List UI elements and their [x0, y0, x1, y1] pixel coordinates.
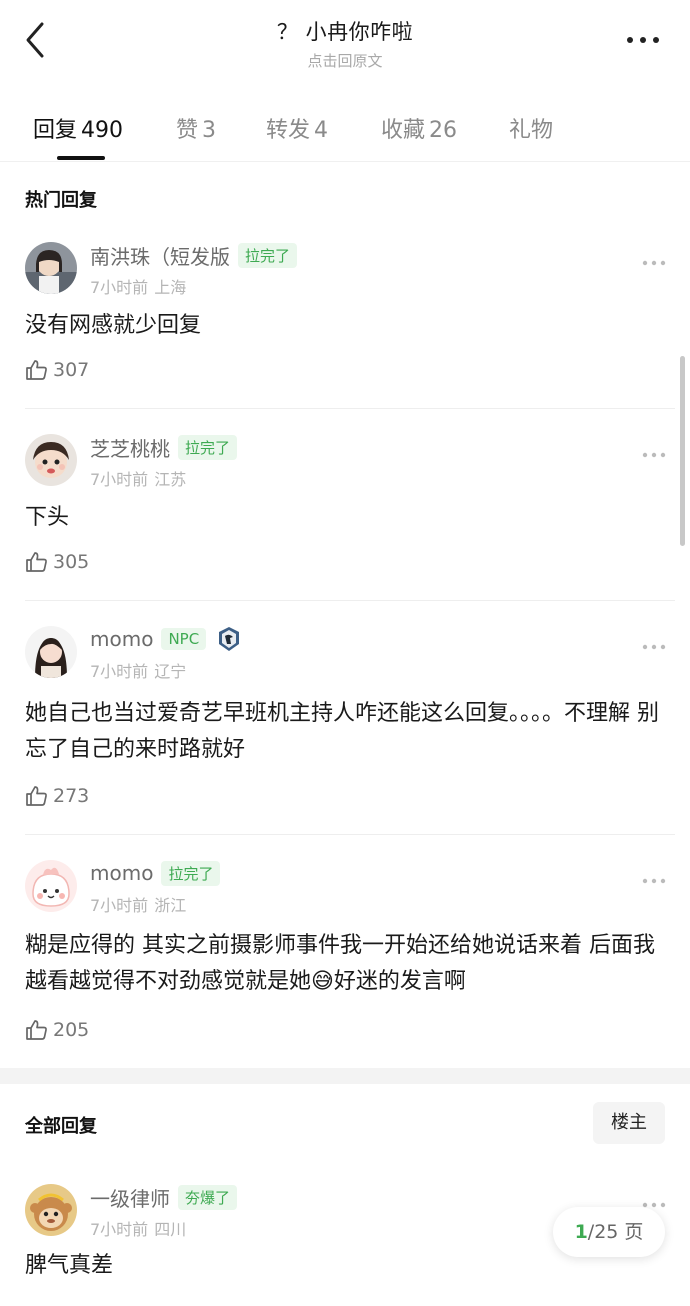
location: 浙江 — [154, 896, 187, 915]
post-title: ？ 小冉你咋啦 — [276, 20, 414, 44]
timestamp: 7小时前 — [90, 278, 149, 297]
location: 辽宁 — [154, 662, 187, 681]
fan-badge: 拉完了 — [161, 860, 221, 886]
back-to-original-link[interactable]: 点击回原文 — [0, 50, 690, 71]
pagination-indicator[interactable]: 1/25 页 — [553, 1207, 665, 1257]
avatar[interactable] — [25, 242, 77, 294]
section-separator — [0, 1068, 690, 1084]
avatar[interactable] — [25, 860, 77, 912]
tab-label: 赞 — [176, 118, 199, 143]
tab-replies[interactable]: 回复 490 — [33, 112, 123, 144]
tab-likes[interactable]: 赞3 — [176, 112, 216, 144]
tab-label: 礼物 — [509, 118, 554, 143]
fan-badge: NPC — [161, 628, 207, 650]
username[interactable]: momo — [90, 627, 153, 651]
post-title-area[interactable]: ？ 小冉你咋啦 点击回原文 — [0, 16, 690, 71]
timestamp: 7小时前 — [90, 470, 149, 489]
more-options-icon[interactable] — [642, 444, 666, 458]
current-page: 1 — [574, 1221, 588, 1243]
tab-count: 490 — [81, 118, 124, 143]
tab-reposts[interactable]: 转发 4 — [266, 112, 328, 144]
like-count: 307 — [53, 359, 90, 381]
medal-icon — [216, 626, 242, 652]
comment-meta: 7小时前 浙江 — [90, 892, 186, 916]
fan-badge: 夯爆了 — [178, 1184, 238, 1210]
more-options-icon[interactable] — [642, 636, 666, 650]
total-pages: /25 页 — [587, 1221, 644, 1243]
tab-count: 3 — [202, 118, 217, 143]
location: 四川 — [154, 1220, 187, 1239]
more-options-icon[interactable] — [642, 1194, 666, 1208]
tab-count: 4 — [314, 118, 329, 143]
like-count: 305 — [53, 551, 90, 573]
tab-label: 转发 — [266, 118, 311, 143]
timestamp: 7小时前 — [90, 662, 149, 681]
owner-only-button[interactable]: 楼主 — [593, 1102, 665, 1144]
name-row: momo NPC — [90, 624, 242, 654]
comment-text: 她自己也当过爱奇艺早班机主持人咋还能这么回复。。。。不理解 别忘了自己的来时路就… — [25, 701, 659, 762]
like-button[interactable]: 305 — [25, 550, 89, 574]
location: 上海 — [154, 278, 187, 297]
tab-count: 26 — [429, 118, 458, 143]
comment-meta: 7小时前 辽宁 — [90, 658, 186, 682]
name-row: 芝芝桃桃 拉完了 — [90, 432, 238, 462]
username[interactable]: 芝芝桃桃 — [90, 433, 170, 462]
tab-bar: 回复 490 赞3 转发 4 收藏 26 礼物 — [0, 104, 690, 162]
fan-badge: 拉完了 — [238, 242, 298, 268]
comment-meta: 7小时前 江苏 — [90, 466, 186, 490]
more-options-icon[interactable] — [642, 870, 666, 884]
all-replies-heading: 全部回复 — [25, 1116, 97, 1137]
divider — [25, 600, 675, 601]
thumbs-up-icon — [26, 552, 47, 572]
avatar[interactable] — [25, 626, 77, 678]
thumbs-up-icon — [26, 786, 47, 806]
more-options-icon[interactable] — [624, 30, 664, 50]
avatar[interactable] — [25, 434, 77, 486]
comment-text: 糊是应得的 其实之前摄影师事件我一开始还给她说话来着 后面我越看越觉得不对劲感觉… — [25, 933, 655, 994]
fan-badge: 拉完了 — [178, 434, 238, 460]
like-count: 273 — [53, 785, 90, 807]
comment-item: momo 拉完了 7小时前 浙江 糊是应得的 其实之前摄影师事件我一开始还给她说话… — [0, 858, 676, 1058]
thumbs-up-icon — [26, 1020, 47, 1040]
divider — [25, 408, 675, 409]
username[interactable]: momo — [90, 861, 153, 885]
comment-item: momo NPC 7小时前 辽宁 她自己也当过爱奇艺早班机主持人咋还能这么回复。。… — [0, 624, 676, 824]
comment-text: 下头 — [25, 505, 70, 530]
scrollbar[interactable] — [680, 356, 685, 546]
name-row: 一级律师 夯爆了 — [90, 1182, 238, 1212]
comment-item: 南洪珠（短发版 拉完了 7小时前 上海 没有网感就少回复 307 — [0, 240, 676, 400]
timestamp: 7小时前 — [90, 1220, 149, 1239]
name-row: momo 拉完了 — [90, 858, 221, 888]
like-button[interactable]: 307 — [25, 358, 89, 382]
like-button[interactable]: 273 — [25, 784, 89, 808]
like-count: 205 — [53, 1019, 90, 1041]
comment-item: 芝芝桃桃 拉完了 7小时前 江苏 下头 305 — [0, 432, 676, 592]
avatar[interactable] — [25, 1184, 77, 1236]
timestamp: 7小时前 — [90, 896, 149, 915]
comment-text: 没有网感就少回复 — [25, 313, 202, 338]
like-button[interactable]: 205 — [25, 1018, 89, 1042]
tab-label: 收藏 — [381, 118, 426, 143]
tab-gifts[interactable]: 礼物 — [509, 112, 553, 144]
tab-label: 回复 — [33, 118, 78, 143]
comment-meta: 7小时前 上海 — [90, 274, 186, 298]
top-bar: ？ 小冉你咋啦 点击回原文 — [0, 0, 690, 80]
divider — [25, 834, 675, 835]
active-tab-indicator — [57, 156, 105, 160]
tab-favorites[interactable]: 收藏 26 — [381, 112, 457, 144]
more-options-icon[interactable] — [642, 252, 666, 266]
thumbs-up-icon — [26, 360, 47, 380]
username[interactable]: 一级律师 — [90, 1183, 170, 1212]
comment-meta: 7小时前 四川 — [90, 1216, 186, 1240]
username[interactable]: 南洪珠（短发版 — [90, 241, 230, 270]
name-row: 南洪珠（短发版 拉完了 — [90, 240, 298, 270]
hot-replies-heading: 热门回复 — [25, 190, 97, 211]
location: 江苏 — [154, 470, 187, 489]
